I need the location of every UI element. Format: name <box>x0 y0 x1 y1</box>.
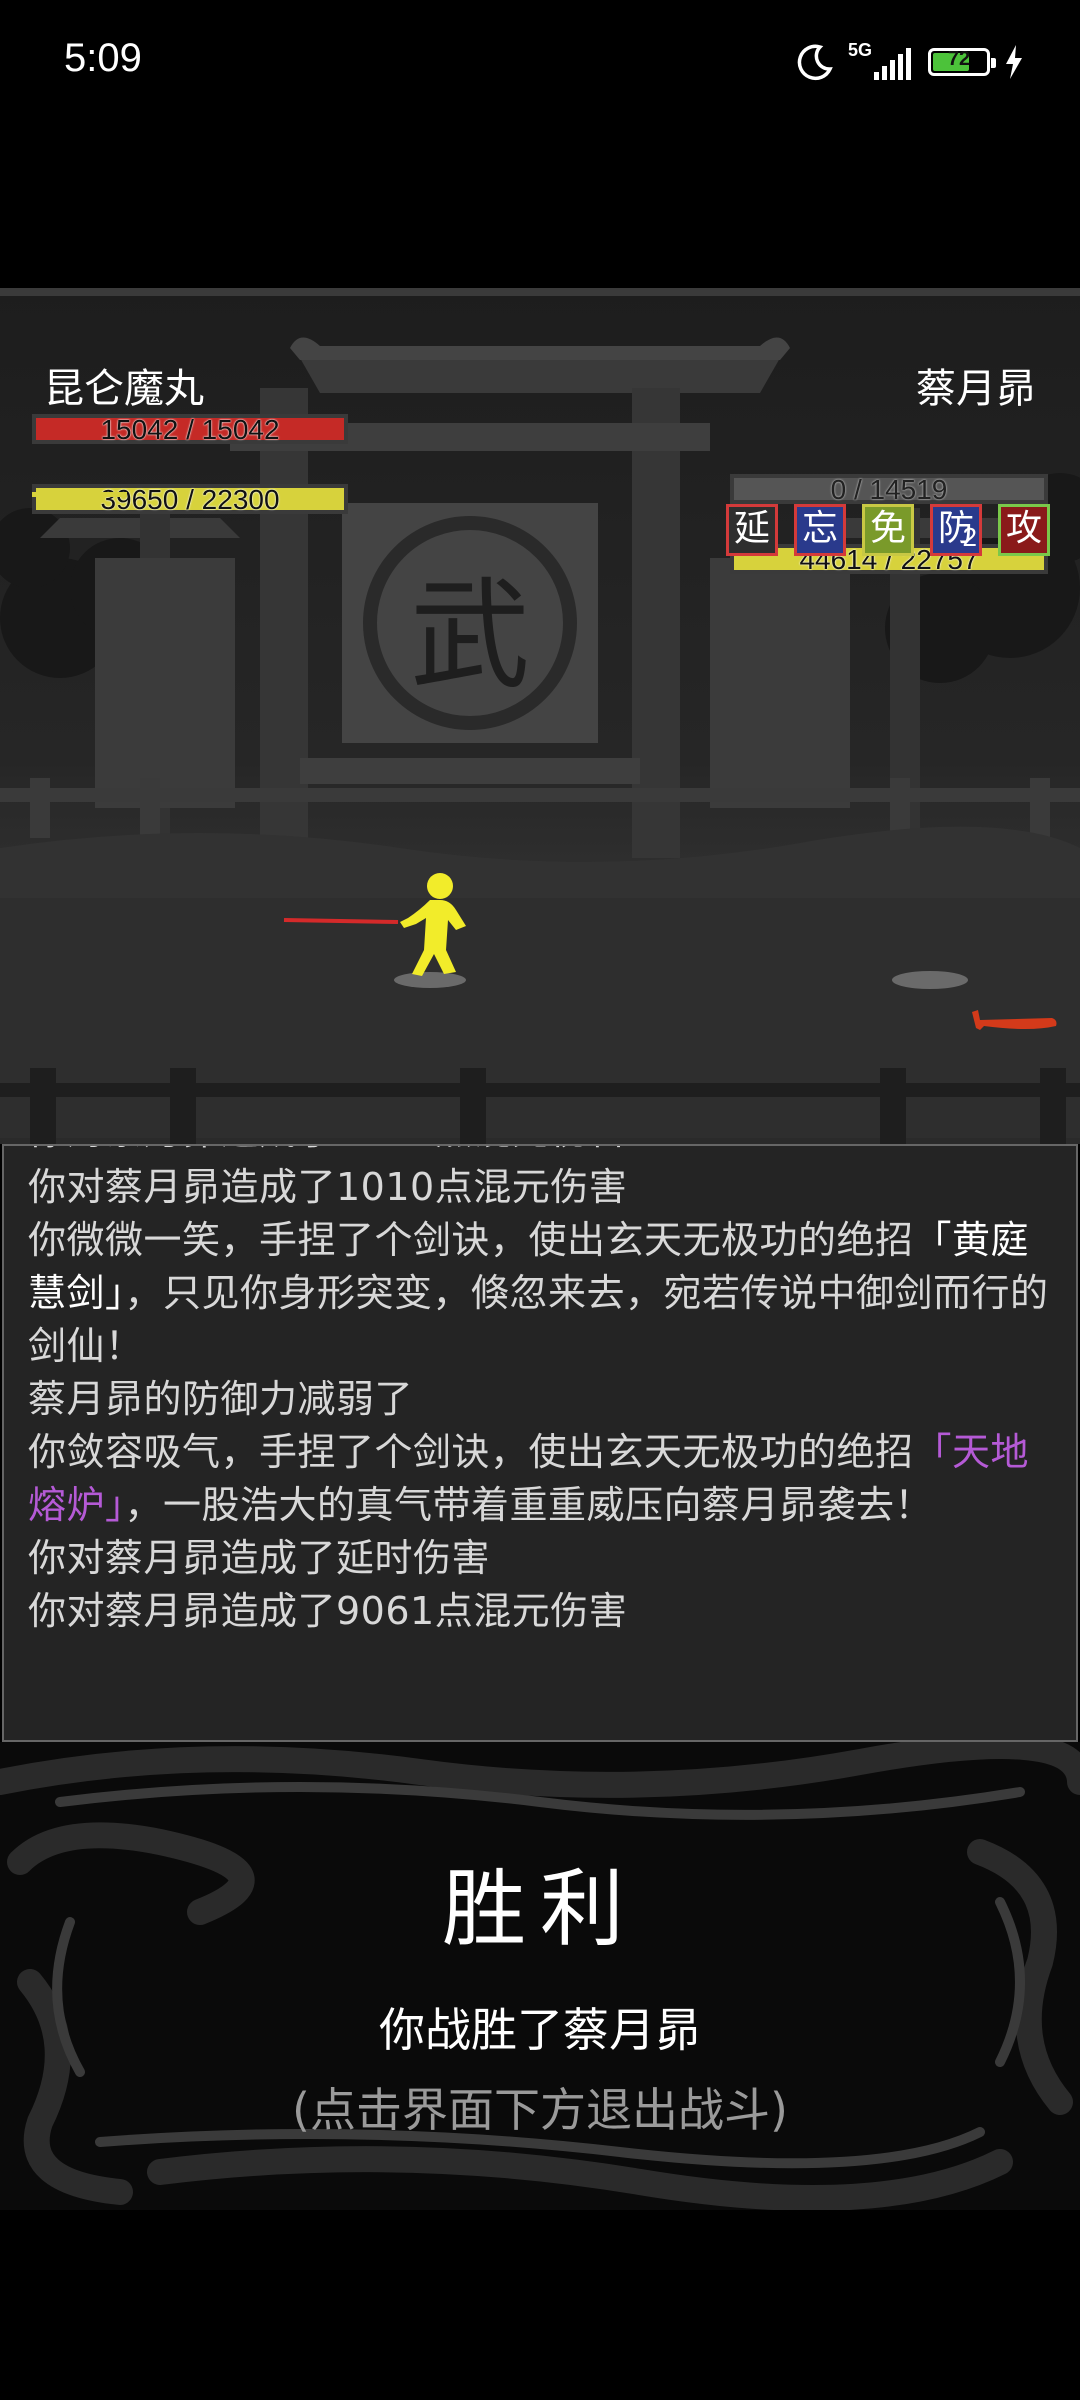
victory-message: 你战胜了蔡月昴 <box>379 2003 701 2057</box>
player-hp-bar: 15042 / 15042 <box>32 414 348 445</box>
status-effect-icon[interactable]: 免 <box>862 504 914 556</box>
enemy-name: 蔡月昴 <box>916 366 1036 412</box>
status-effect-label: 忘 <box>801 508 838 549</box>
combat-log[interactable]: 你对蔡月昴造成了1010点混元伤害 你对蔡月昴造成了1010点混元伤害 你微微一… <box>2 1144 1078 1742</box>
log-line: 你敛容吸气，手捏了个剑诀，使出玄天无极功的绝招「天地熔炉」，一股浩大的真气带着重… <box>28 1430 1030 1527</box>
combat-log-text: 你对蔡月昴造成了1010点混元伤害 你对蔡月昴造成了1010点混元伤害 你微微一… <box>28 1146 1052 1638</box>
status-effect-count: 2 <box>962 522 977 552</box>
enemy-status-effects: 延忘免防2 攻 <box>726 504 1050 556</box>
do-not-disturb-icon <box>797 44 833 81</box>
player-mp-bar: 39650 / 22300 <box>32 484 348 515</box>
log-line: 你对蔡月昴造成了9061点混元伤害 <box>28 1589 628 1633</box>
player-figure[interactable] <box>280 870 480 990</box>
player-name: 昆仑魔丸 <box>44 366 204 412</box>
charging-icon <box>1006 45 1022 79</box>
enemy-hp-bar: 0 / 14519 <box>730 474 1048 505</box>
status-effect-label: 免 <box>869 508 906 549</box>
enemy-shadow <box>892 971 968 989</box>
exit-hint[interactable]: (点击界面下方退出战斗) <box>0 2074 1080 2140</box>
status-effect-icon[interactable]: 攻 <box>998 504 1050 556</box>
log-line: 你对蔡月昴造成了1010点混元伤害 <box>28 1165 628 1209</box>
battery-icon: 72 <box>928 48 996 76</box>
status-effect-label: 攻 <box>1005 508 1042 549</box>
log-line: 蔡月昴的防御力减弱了 <box>28 1377 414 1421</box>
status-time: 5:09 <box>64 36 142 80</box>
status-effect-icon[interactable]: 防2 <box>930 504 982 556</box>
dropped-blade-icon <box>972 1010 1057 1030</box>
status-effect-icon[interactable]: 延 <box>726 504 778 556</box>
log-line: 你对蔡月昴造成了延时伤害 <box>28 1536 491 1580</box>
log-line-cut: 你对蔡月昴造成了1010点混元伤害 <box>28 1146 1052 1161</box>
player-rage-gauge <box>32 492 348 497</box>
status-icons: 5G 72 <box>796 40 1024 84</box>
log-line: 你微微一笑，手捏了个剑诀，使出玄天无极功的绝招「黄庭慧剑」，只见你身形突变，倏忽… <box>28 1218 1049 1368</box>
signal-icon: 5G <box>848 40 914 82</box>
status-effect-label: 延 <box>733 508 770 549</box>
scene-divider <box>0 288 1080 296</box>
status-effect-icon[interactable]: 忘 <box>794 504 846 556</box>
victory-title: 胜利 <box>441 1860 638 1958</box>
banner-char: 武 <box>410 567 530 706</box>
